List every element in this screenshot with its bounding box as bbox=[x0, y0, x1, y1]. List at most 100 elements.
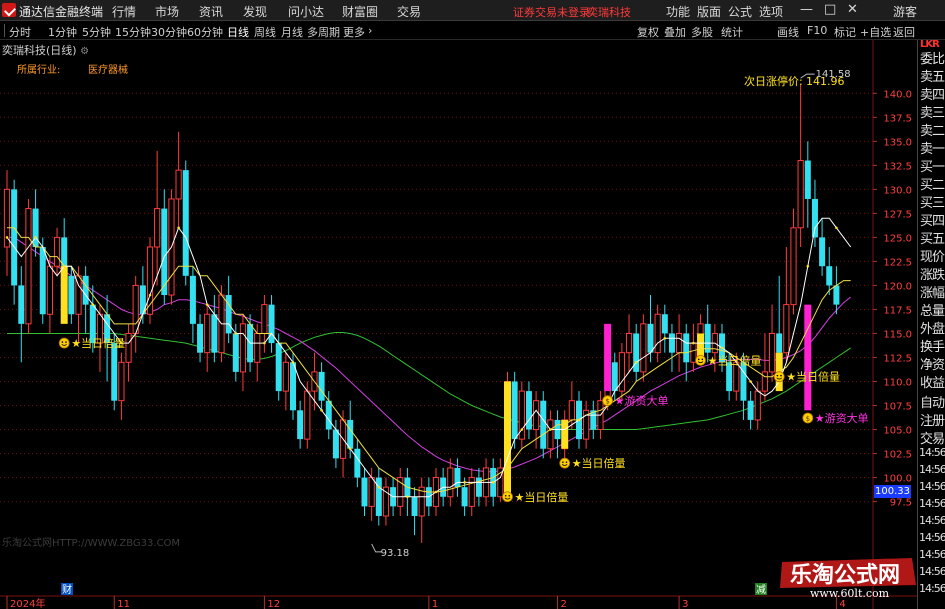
side-time: 14:56 bbox=[919, 582, 945, 595]
candle-body bbox=[68, 275, 75, 315]
side-trade[interactable]: 交易 bbox=[920, 428, 945, 447]
y-tick-label: 140.0 bbox=[883, 89, 912, 100]
menu-jiaoyi[interactable]: 交易 bbox=[397, 3, 421, 20]
period-toolbar: 分时 1分钟 5分钟 15分钟 30分钟 60分钟 日线 周线 月线 多周期 更… bbox=[0, 22, 945, 40]
side-register[interactable]: 注册 bbox=[920, 410, 945, 429]
limit-label: 次日涨停价: bbox=[744, 74, 803, 88]
menu-shichang[interactable]: 市场 bbox=[155, 3, 179, 20]
side-label-weibi: 委比 bbox=[920, 52, 945, 67]
candle-body bbox=[461, 487, 468, 507]
signal-label-big: ★游资大单 bbox=[815, 411, 869, 425]
y-tick-label: 97.5 bbox=[890, 498, 912, 509]
tool-tongji[interactable]: 统计 bbox=[721, 24, 743, 40]
candle-body bbox=[275, 343, 282, 392]
candle-body bbox=[826, 266, 833, 286]
menu-zixun[interactable]: 资讯 bbox=[199, 3, 223, 20]
tool-back[interactable]: 返回 bbox=[893, 24, 915, 40]
period-more[interactable]: 更多 bbox=[343, 24, 365, 40]
menu-caifuquan[interactable]: 财富圈 bbox=[342, 3, 378, 20]
ma5-dot bbox=[34, 236, 37, 239]
candle-body bbox=[654, 313, 661, 354]
candle-body bbox=[797, 160, 804, 229]
x-tick-label: 1 bbox=[432, 599, 438, 609]
signal-bar bbox=[804, 304, 812, 411]
tool-huaxian[interactable]: 画线 bbox=[777, 24, 799, 40]
side-label-pct: 涨幅 bbox=[920, 286, 945, 301]
menu-faxian[interactable]: 发现 bbox=[243, 3, 267, 20]
candle-body bbox=[18, 285, 25, 324]
ma5-dot bbox=[520, 428, 524, 431]
period-monthly[interactable]: 月线 bbox=[281, 24, 303, 40]
signal-bar bbox=[60, 266, 68, 324]
signal-label-double: ★当日倍量 bbox=[572, 456, 626, 470]
period-5min[interactable]: 5分钟 bbox=[82, 24, 111, 40]
smiley-icon bbox=[695, 354, 706, 366]
tool-fuquan[interactable]: 复权 bbox=[637, 24, 659, 40]
side-label-buy2: 买二 bbox=[920, 178, 945, 193]
side-auto[interactable]: 自动 bbox=[920, 392, 945, 411]
close-icon[interactable]: ✕ bbox=[847, 2, 858, 17]
y-tick-label: 117.5 bbox=[883, 305, 912, 316]
candle-body bbox=[511, 381, 518, 440]
signal-label-double: ★当日倍量 bbox=[71, 336, 125, 350]
candle-body bbox=[225, 295, 232, 334]
tool-f10[interactable]: F10 bbox=[807, 24, 827, 37]
y-tick-label: 115.0 bbox=[883, 329, 912, 340]
menu-xuanxiang[interactable]: 选项 bbox=[759, 3, 783, 20]
smiley-eye bbox=[65, 341, 67, 343]
menu-wenxiaoda[interactable]: 问小达 bbox=[288, 3, 324, 20]
period-weekly[interactable]: 周线 bbox=[254, 24, 276, 40]
ma5-dot bbox=[348, 447, 352, 451]
period-30min[interactable]: 30分钟 bbox=[151, 24, 187, 40]
smiley-eye bbox=[504, 494, 507, 497]
period-multi[interactable]: 多周期 bbox=[307, 24, 340, 40]
menu-gongshi[interactable]: 公式 bbox=[728, 3, 752, 20]
side-label-outer: 外盘 bbox=[920, 322, 945, 337]
menu-gongneng[interactable]: 功能 bbox=[666, 3, 690, 20]
guest-label[interactable]: 游客 bbox=[893, 3, 917, 20]
candle-body bbox=[618, 352, 625, 392]
current-price-tag: 100.33 bbox=[874, 485, 911, 498]
tool-biaoji[interactable]: 标记 bbox=[834, 24, 856, 40]
signal-label-double: ★当日倍量 bbox=[708, 353, 762, 367]
maximize-icon[interactable]: □ bbox=[824, 2, 836, 17]
menu-banmian[interactable]: 版面 bbox=[697, 3, 721, 20]
period-1min[interactable]: 1分钟 bbox=[48, 24, 77, 40]
candle-body bbox=[154, 208, 161, 248]
y-tick-label: 102.5 bbox=[883, 450, 912, 461]
tool-diejia[interactable]: 叠加 bbox=[664, 24, 686, 40]
y-tick-label: 122.5 bbox=[883, 257, 912, 268]
candle-body bbox=[125, 332, 132, 363]
tool-add-favorite[interactable]: +自选 bbox=[860, 24, 891, 40]
low-value: 93.18 bbox=[381, 548, 410, 559]
x-tick-label: 4 bbox=[839, 599, 845, 609]
login-warning[interactable]: 证券交易未登录 bbox=[513, 4, 590, 20]
app-title: 通达信金融终端 bbox=[19, 5, 104, 19]
side-time: 14:56 bbox=[919, 446, 945, 459]
candle-body bbox=[204, 313, 211, 354]
y-tick-label: 137.5 bbox=[883, 113, 912, 124]
period-fenshi[interactable]: 分时 bbox=[9, 24, 31, 40]
menu-hangqing[interactable]: 行情 bbox=[112, 3, 136, 20]
candle-body bbox=[39, 246, 46, 315]
period-60min[interactable]: 60分钟 bbox=[187, 24, 223, 40]
y-tick-label: 132.5 bbox=[883, 161, 912, 172]
tool-duogu[interactable]: 多股 bbox=[691, 24, 713, 40]
period-daily[interactable]: 日线 bbox=[227, 24, 249, 40]
smiley-eye bbox=[701, 358, 704, 361]
side-label-sell5: 卖五 bbox=[920, 70, 945, 85]
candle-body bbox=[232, 333, 239, 372]
kline-chart[interactable]: 97.5 100.0 102.5 105.0 107.5 110.0 112.5 115.0 1… bbox=[0, 40, 917, 609]
candle-body bbox=[540, 400, 547, 449]
side-label-buy1: 买一 bbox=[920, 160, 945, 175]
period-15min[interactable]: 15分钟 bbox=[115, 24, 151, 40]
candle-body bbox=[647, 323, 654, 353]
candle-body bbox=[754, 390, 761, 421]
chevron-right-icon[interactable]: › bbox=[368, 24, 372, 37]
candle-body bbox=[297, 410, 304, 440]
side-label-volume: 总量 bbox=[920, 304, 945, 319]
candle-body bbox=[82, 275, 89, 305]
side-label-buy5: 买五 bbox=[920, 232, 945, 247]
ma5-dot bbox=[377, 485, 381, 489]
minimize-icon[interactable]: — bbox=[800, 2, 813, 17]
